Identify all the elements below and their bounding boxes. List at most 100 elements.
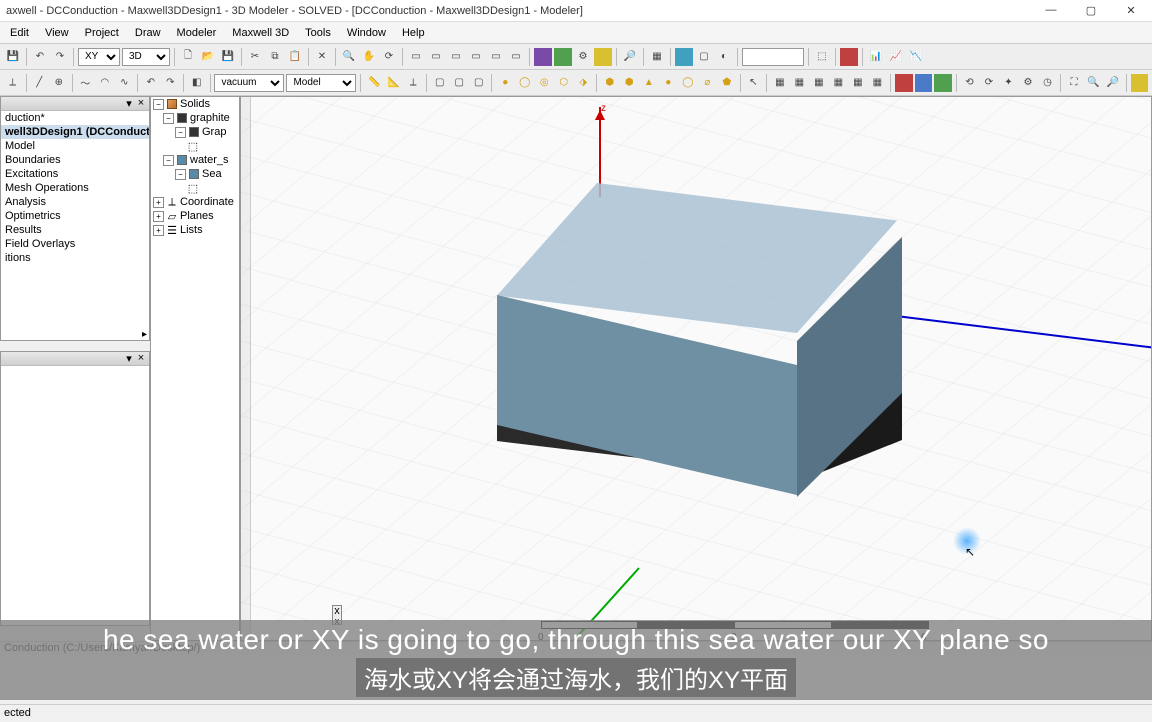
- fit-icon[interactable]: ⛶: [1065, 74, 1083, 92]
- tree-model[interactable]: Model: [1, 139, 149, 153]
- rotate2-icon[interactable]: ⟲: [961, 74, 979, 92]
- mesh-icon[interactable]: ▦: [771, 74, 789, 92]
- new-button[interactable]: 🗋: [179, 48, 197, 66]
- cs-icon[interactable]: ⟂: [4, 74, 22, 92]
- box-icon[interactable]: ▢: [431, 74, 449, 92]
- prism-icon[interactable]: ⬟: [718, 74, 736, 92]
- menu-draw[interactable]: Draw: [127, 22, 169, 44]
- cut-button[interactable]: ✂: [246, 48, 264, 66]
- sim2-icon[interactable]: [915, 74, 933, 92]
- mesh4-icon[interactable]: ▦: [830, 74, 848, 92]
- save2-button[interactable]: 💾: [219, 48, 237, 66]
- model-tree-graphite-obj[interactable]: − Grap: [151, 125, 239, 139]
- menu-view[interactable]: View: [37, 22, 77, 44]
- rect3-icon[interactable]: ▭: [447, 48, 465, 66]
- tree-definitions[interactable]: itions: [1, 251, 149, 265]
- refresh-icon[interactable]: ⟳: [980, 74, 998, 92]
- bool-icon[interactable]: ⊕: [50, 74, 68, 92]
- menu-maxwell3d[interactable]: Maxwell 3D: [224, 22, 297, 44]
- model-tree-graphite-mat[interactable]: − graphite: [151, 111, 239, 125]
- clock-icon[interactable]: ◷: [1039, 74, 1057, 92]
- tree-project-root[interactable]: duction*: [1, 111, 149, 125]
- expand-icon[interactable]: +: [153, 197, 164, 208]
- pan-icon[interactable]: ✋: [360, 48, 378, 66]
- shade-icon[interactable]: [675, 48, 693, 66]
- sweep-icon[interactable]: ⬗: [575, 74, 593, 92]
- tree-results[interactable]: Results: [1, 223, 149, 237]
- chart2-icon[interactable]: 📈: [887, 48, 905, 66]
- measure2-icon[interactable]: 📐: [385, 74, 403, 92]
- trans-icon[interactable]: ◐: [715, 48, 733, 66]
- collapse-icon[interactable]: −: [163, 113, 174, 124]
- mode-combo[interactable]: Model: [286, 74, 356, 92]
- cone-icon[interactable]: ▲: [640, 74, 658, 92]
- material-combo[interactable]: vacuum: [214, 74, 284, 92]
- close-button[interactable]: ✕: [1116, 4, 1146, 17]
- model-tree-sea-obj[interactable]: − Sea: [151, 167, 239, 181]
- line-icon[interactable]: ╱: [30, 74, 48, 92]
- rect-icon[interactable]: ▭: [407, 48, 425, 66]
- undo-button[interactable]: ↶: [31, 48, 49, 66]
- menu-edit[interactable]: Edit: [2, 22, 37, 44]
- collapse-icon[interactable]: −: [175, 127, 186, 138]
- select-mode-icon[interactable]: [534, 48, 552, 66]
- close-icon[interactable]: ×: [135, 97, 147, 110]
- cube2-icon[interactable]: ⬢: [621, 74, 639, 92]
- pick-icon[interactable]: ↖: [745, 74, 763, 92]
- paste-button[interactable]: 📋: [286, 48, 304, 66]
- model-tree-coord[interactable]: + ⟂ Coordinate: [151, 195, 239, 209]
- mesh6-icon[interactable]: ▦: [869, 74, 887, 92]
- torus-icon[interactable]: ◯: [679, 74, 697, 92]
- mesh5-icon[interactable]: ▦: [849, 74, 867, 92]
- zoom-in-icon[interactable]: 🔍: [1085, 74, 1103, 92]
- menu-window[interactable]: Window: [339, 22, 394, 44]
- tree-mesh-operations[interactable]: Mesh Operations: [1, 181, 149, 195]
- menu-help[interactable]: Help: [394, 22, 433, 44]
- tree-analysis[interactable]: Analysis: [1, 195, 149, 209]
- ring2-icon[interactable]: ◎: [535, 74, 553, 92]
- close-icon[interactable]: ×: [135, 352, 147, 365]
- rect2-icon[interactable]: ▭: [427, 48, 445, 66]
- filter-input[interactable]: [742, 48, 804, 66]
- helix-icon[interactable]: ⌀: [699, 74, 717, 92]
- pin-icon[interactable]: ▾: [123, 352, 135, 365]
- zoom-icon[interactable]: 🔍: [340, 48, 358, 66]
- tree-design[interactable]: well3DDesign1 (DCConduction): [1, 125, 149, 139]
- spline-icon[interactable]: ∿: [116, 74, 134, 92]
- collapse-icon[interactable]: −: [163, 155, 174, 166]
- pin-icon[interactable]: ▾: [123, 97, 135, 110]
- tree-excitations[interactable]: Excitations: [1, 167, 149, 181]
- menu-project[interactable]: Project: [77, 22, 127, 44]
- cyl-icon[interactable]: ●: [496, 74, 514, 92]
- layout-icon[interactable]: ▦: [648, 48, 666, 66]
- rotate-icon[interactable]: ⟳: [380, 48, 398, 66]
- zoom-out-icon[interactable]: 🔎: [1104, 74, 1122, 92]
- maximize-button[interactable]: ▢: [1076, 4, 1106, 17]
- model-tree-createbox-2[interactable]: ⬚: [151, 181, 239, 195]
- analyze-icon[interactable]: ⚙: [574, 48, 592, 66]
- rect4-icon[interactable]: ▭: [467, 48, 485, 66]
- delete-icon[interactable]: ✕: [313, 48, 331, 66]
- stop-icon[interactable]: [840, 48, 858, 66]
- box3-icon[interactable]: ▢: [470, 74, 488, 92]
- cube-icon[interactable]: ⬢: [601, 74, 619, 92]
- collapse-icon[interactable]: −: [153, 99, 164, 110]
- minimize-button[interactable]: —: [1036, 4, 1066, 17]
- menu-modeler[interactable]: Modeler: [169, 22, 225, 44]
- sphere-icon[interactable]: ●: [660, 74, 678, 92]
- model-tree-createbox[interactable]: ⬚: [151, 139, 239, 153]
- redo-button[interactable]: ↷: [51, 48, 69, 66]
- save-button[interactable]: 💾: [4, 48, 22, 66]
- chart3-icon[interactable]: 📉: [907, 48, 925, 66]
- viewport-3d[interactable]: z 0 3 6 (mm) ↖: [240, 96, 1152, 641]
- tree-boundaries[interactable]: Boundaries: [1, 153, 149, 167]
- open-button[interactable]: 📂: [199, 48, 217, 66]
- gear-icon[interactable]: ⚙: [1019, 74, 1037, 92]
- coord-combo[interactable]: XY: [78, 48, 120, 66]
- view-combo[interactable]: 3D: [122, 48, 170, 66]
- redo2-icon[interactable]: ↷: [162, 74, 180, 92]
- poly-icon[interactable]: ⬡: [555, 74, 573, 92]
- copy-button[interactable]: ⧉: [266, 48, 284, 66]
- undo2-icon[interactable]: ↶: [142, 74, 160, 92]
- tree-field-overlays[interactable]: Field Overlays: [1, 237, 149, 251]
